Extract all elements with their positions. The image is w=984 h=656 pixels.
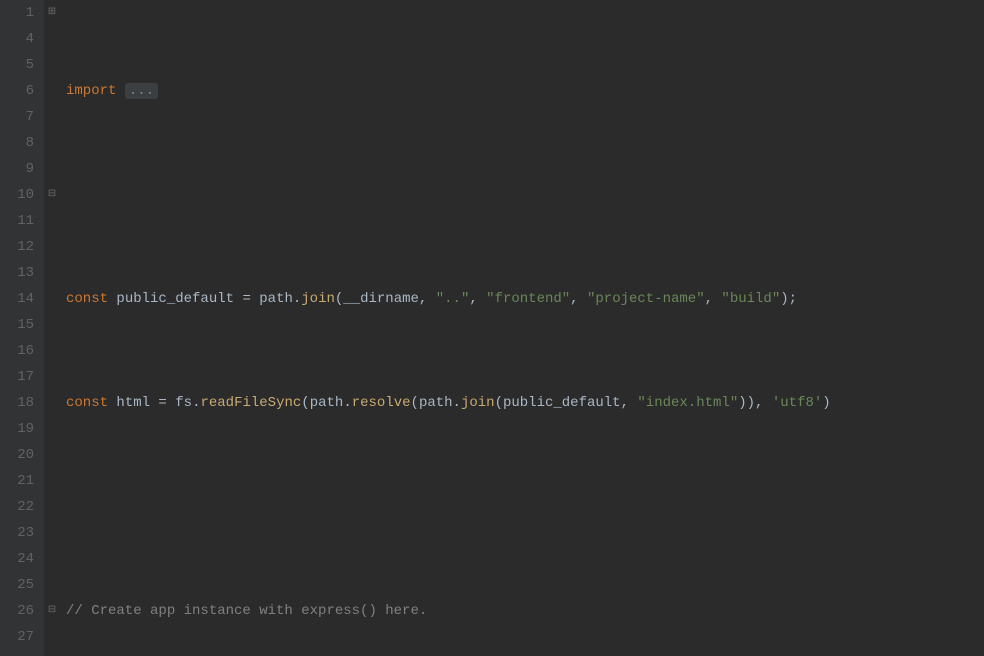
identifier: path (259, 291, 293, 307)
code-line[interactable]: import ... (66, 78, 984, 104)
operator: . (453, 395, 461, 411)
paren: ); (780, 291, 797, 307)
line-number: 15 (0, 312, 44, 338)
paren: ( (301, 395, 309, 411)
keyword-const: const (66, 395, 108, 411)
string: "frontend" (486, 291, 570, 307)
identifier: fs (175, 395, 192, 411)
function-call: resolve (352, 395, 411, 411)
paren: ) (738, 395, 746, 411)
line-number-gutter: 1 4 5 6 7 8 9 10 11 12 13 14 15 16 17 18… (0, 0, 44, 656)
line-number: 22 (0, 494, 44, 520)
code-line[interactable]: const public_default = path.join(__dirna… (66, 286, 984, 312)
line-number: 18 (0, 390, 44, 416)
function-call: join (461, 395, 495, 411)
string: ".." (436, 291, 470, 307)
keyword-import: import (66, 83, 116, 99)
operator: = (150, 395, 175, 411)
fold-collapse-icon[interactable]: ⊟ (46, 189, 58, 201)
comma: , (419, 291, 436, 307)
identifier: public_default (503, 395, 621, 411)
line-number: 19 (0, 416, 44, 442)
identifier: path (310, 395, 344, 411)
comma: , (570, 291, 587, 307)
line-number: 12 (0, 234, 44, 260)
code-line[interactable]: // Create app instance with express() he… (66, 598, 984, 624)
comma: , (621, 395, 638, 411)
code-editor[interactable]: 1 4 5 6 7 8 9 10 11 12 13 14 15 16 17 18… (0, 0, 984, 656)
line-number: 13 (0, 260, 44, 286)
line-number: 9 (0, 156, 44, 182)
keyword-const: const (66, 291, 108, 307)
line-number: 25 (0, 572, 44, 598)
fold-column: ⊞ ⊟ ⊟ (44, 0, 62, 656)
identifier: __dirname (343, 291, 419, 307)
line-number: 21 (0, 468, 44, 494)
comma: , (469, 291, 486, 307)
code-area[interactable]: import ... const public_default = path.j… (62, 0, 984, 656)
identifier: public_default (116, 291, 234, 307)
line-number: 20 (0, 442, 44, 468)
string: "index.html" (637, 395, 738, 411)
identifier: path (419, 395, 453, 411)
paren: ) (747, 395, 755, 411)
code-line[interactable] (66, 494, 984, 520)
code-line[interactable] (66, 182, 984, 208)
code-line[interactable]: const html = fs.readFileSync(path.resolv… (66, 390, 984, 416)
paren: ( (495, 395, 503, 411)
identifier: html (116, 395, 150, 411)
line-number: 24 (0, 546, 44, 572)
line-number: 17 (0, 364, 44, 390)
paren: ) (822, 395, 830, 411)
fold-expand-icon[interactable]: ⊞ (46, 7, 58, 19)
fold-collapse-icon[interactable]: ⊟ (46, 605, 58, 617)
comma: , (755, 395, 772, 411)
folded-region[interactable]: ... (125, 83, 158, 99)
line-number: 8 (0, 130, 44, 156)
line-number: 6 (0, 78, 44, 104)
line-number: 7 (0, 104, 44, 130)
string: "project-name" (587, 291, 705, 307)
operator: . (343, 395, 351, 411)
comma: , (705, 291, 722, 307)
line-number: 5 (0, 52, 44, 78)
string: "build" (721, 291, 780, 307)
line-number: 14 (0, 286, 44, 312)
line-number: 10 (0, 182, 44, 208)
string: 'utf8' (772, 395, 822, 411)
operator: = (234, 291, 259, 307)
line-number: 1 (0, 0, 44, 26)
function-call: join (301, 291, 335, 307)
line-number: 11 (0, 208, 44, 234)
line-number: 4 (0, 26, 44, 52)
line-number: 23 (0, 520, 44, 546)
line-number: 16 (0, 338, 44, 364)
paren: ( (411, 395, 419, 411)
function-call: readFileSync (200, 395, 301, 411)
line-number: 26 (0, 598, 44, 624)
line-number: 27 (0, 624, 44, 650)
comment: // Create app instance with express() he… (66, 603, 427, 619)
